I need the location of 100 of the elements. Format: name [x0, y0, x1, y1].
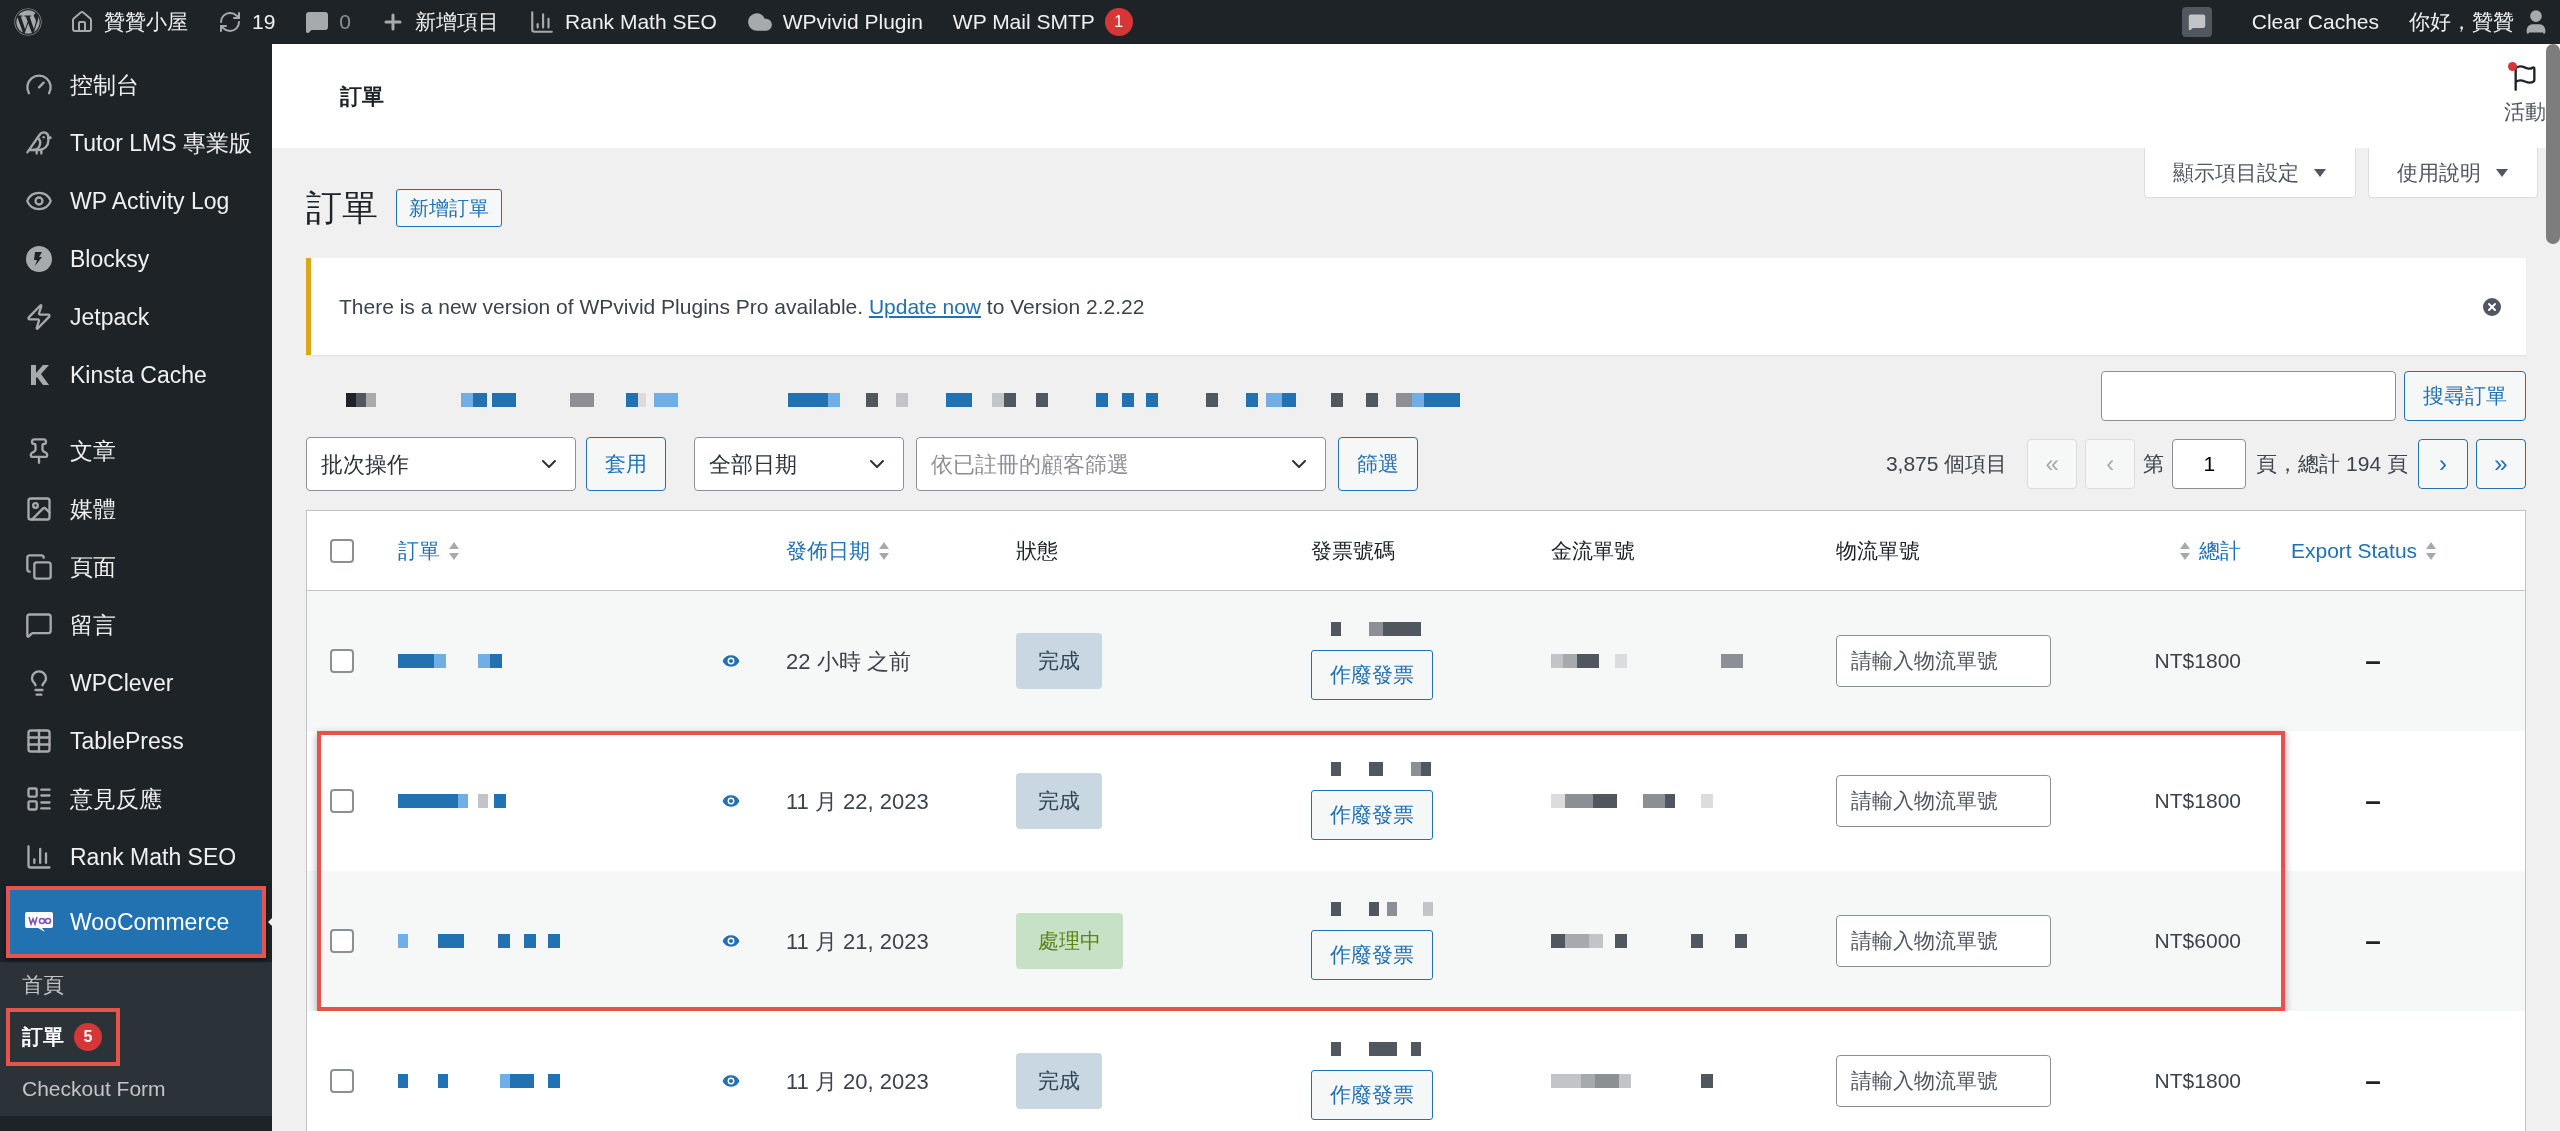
- export-status: –: [2365, 644, 2381, 678]
- date-filter-select[interactable]: 全部日期: [694, 437, 904, 491]
- notice-text: There is a new version of WPvivid Plugins Pro available. Update now to Version 2.2.22: [339, 293, 1146, 320]
- order-total: NT$1800: [2154, 1068, 2241, 1095]
- tracking-number-field[interactable]: 請輸入物流單號: [1836, 915, 2051, 967]
- sidebar-menu-item[interactable]: 媒體: [6, 480, 266, 538]
- sidebar-menu-item[interactable]: 頁面: [6, 538, 266, 596]
- plugin-menu-link[interactable]: Rank Math SEO: [565, 6, 717, 38]
- tracking-number-field[interactable]: 請輸入物流單號: [1836, 635, 2051, 687]
- bulk-actions-select[interactable]: 批次操作: [306, 437, 576, 491]
- screen-options-tab[interactable]: 使用說明: [2368, 148, 2538, 198]
- submenu-item[interactable]: 訂單 5: [6, 1008, 120, 1066]
- row-checkbox[interactable]: [329, 538, 354, 563]
- void-invoice-button[interactable]: 作廢發票: [1311, 930, 1433, 980]
- order-total: NT$1800: [2154, 648, 2241, 675]
- column-header[interactable]: 訂單: [398, 534, 761, 567]
- void-invoice-button[interactable]: 作廢發票: [1311, 790, 1433, 840]
- comments-icon: [305, 10, 330, 34]
- caret-icon: [2495, 167, 2509, 178]
- form-icon: [25, 785, 53, 813]
- tracking-number-field[interactable]: 請輸入物流單號: [1836, 775, 2051, 827]
- column-header[interactable]: 總計: [2179, 534, 2241, 567]
- tracking-number-field[interactable]: 請輸入物流單號: [1836, 1055, 2051, 1107]
- chart-icon: [25, 843, 53, 871]
- add-order-button[interactable]: 新增訂單: [396, 189, 502, 227]
- row-checkbox[interactable]: [329, 929, 354, 953]
- updates-icon: [218, 10, 242, 34]
- column-header: 金流單號: [1551, 537, 1636, 564]
- sidebar-menu-item[interactable]: 文章: [6, 422, 266, 480]
- order-date: 11 月 22, 2023: [786, 788, 929, 814]
- sidebar-menu-item[interactable]: Blocksy: [6, 230, 266, 288]
- next-page-button[interactable]: ›: [2418, 439, 2468, 489]
- screen-options-tab[interactable]: 顯示項目設定: [2144, 148, 2356, 198]
- site-name-link[interactable]: 贊贊小屋: [104, 6, 188, 38]
- page-label: 第: [2143, 451, 2165, 478]
- column-header[interactable]: Export Status: [2291, 534, 2525, 567]
- caret-icon: [2313, 167, 2327, 178]
- order-total: NT$6000: [2154, 928, 2241, 955]
- notification-badge: 1: [1104, 8, 1133, 36]
- clear-caches-link[interactable]: Clear Caches: [2251, 6, 2379, 38]
- sidebar-menu-item[interactable]: 控制台: [6, 56, 266, 114]
- new-item-link[interactable]: 新增項目: [415, 6, 500, 38]
- column-header: 發票號碼: [1311, 537, 1396, 564]
- status-badge: 處理中: [1016, 913, 1123, 969]
- woo-icon: [24, 911, 54, 933]
- plugin-menu-link[interactable]: WPvivid Plugin: [782, 6, 923, 38]
- export-status: –: [2365, 924, 2381, 958]
- chart-icon: [529, 9, 556, 35]
- page-total: 頁，總計 194 頁: [2256, 451, 2408, 478]
- column-header: 物流單號: [1836, 537, 1921, 564]
- submenu-item[interactable]: Checkout Form: [6, 1066, 184, 1112]
- pages-icon: [25, 553, 53, 581]
- plugin-menu-link[interactable]: WP Mail SMTP: [952, 6, 1095, 38]
- sidebar-menu-item[interactable]: TablePress: [6, 712, 266, 770]
- order-date: 11 月 20, 2023: [786, 1068, 929, 1094]
- apply-button[interactable]: 套用: [586, 437, 666, 491]
- page-title: 訂單: [306, 186, 378, 230]
- activity-button[interactable]: 活動: [2504, 64, 2546, 128]
- update-now-link[interactable]: Update now: [868, 294, 981, 318]
- sidebar-menu-item[interactable]: Tutor LMS 專業版: [6, 114, 266, 172]
- column-header: 狀態: [1016, 537, 1059, 564]
- logo-icon[interactable]: [14, 8, 42, 36]
- greeting-link[interactable]: 你好，贊贊: [2409, 6, 2514, 38]
- order-search-field[interactable]: [2101, 371, 2396, 421]
- status-badge: 完成: [1016, 1053, 1102, 1109]
- status-badge: 完成: [1016, 633, 1102, 689]
- sort-icon: [448, 540, 460, 561]
- sidebar-menu-item[interactable]: Rank Math SEO: [6, 828, 266, 886]
- order-date: 22 小時 之前: [786, 648, 911, 674]
- sidebar-menu-item[interactable]: WPClever: [6, 654, 266, 712]
- comments-count[interactable]: 0: [339, 6, 352, 38]
- chat-icon[interactable]: [2181, 7, 2212, 37]
- count-badge: 5: [74, 1023, 102, 1051]
- last-page-button[interactable]: »: [2476, 439, 2526, 489]
- search-orders-button[interactable]: 搜尋訂單: [2404, 371, 2526, 421]
- row-checkbox[interactable]: [329, 1069, 354, 1093]
- void-invoice-button[interactable]: 作廢發票: [1311, 1070, 1433, 1120]
- order-total: NT$1800: [2154, 788, 2241, 815]
- sidebar-menu-item[interactable]: Jetpack: [6, 288, 266, 346]
- column-header[interactable]: 發佈日期: [786, 534, 991, 567]
- updates-count[interactable]: 19: [252, 6, 276, 38]
- sidebar-menu-item[interactable]: WP Activity Log: [6, 172, 266, 230]
- sidebar-menu-item[interactable]: Kinsta Cache: [6, 346, 266, 404]
- bolt-icon: [25, 303, 53, 331]
- sort-icon: [878, 540, 890, 561]
- filter-button[interactable]: 篩選: [1338, 437, 1418, 491]
- export-status: –: [2365, 1064, 2381, 1098]
- void-invoice-button[interactable]: 作廢發票: [1311, 650, 1433, 700]
- submenu-item[interactable]: 首頁: [6, 962, 82, 1008]
- media-icon: [25, 495, 53, 523]
- header-title: 訂單: [340, 82, 384, 111]
- row-checkbox[interactable]: [329, 649, 354, 673]
- sort-icon: [2179, 540, 2191, 561]
- sidebar-menu-item[interactable]: 意見反應: [6, 770, 266, 828]
- sort-icon: [2425, 540, 2438, 561]
- table-icon: [25, 727, 53, 755]
- row-checkbox[interactable]: [329, 789, 354, 813]
- comment-icon: [25, 611, 53, 639]
- sidebar-menu-item[interactable]: 留言: [6, 596, 266, 654]
- current-page-field[interactable]: 1: [2172, 439, 2247, 489]
